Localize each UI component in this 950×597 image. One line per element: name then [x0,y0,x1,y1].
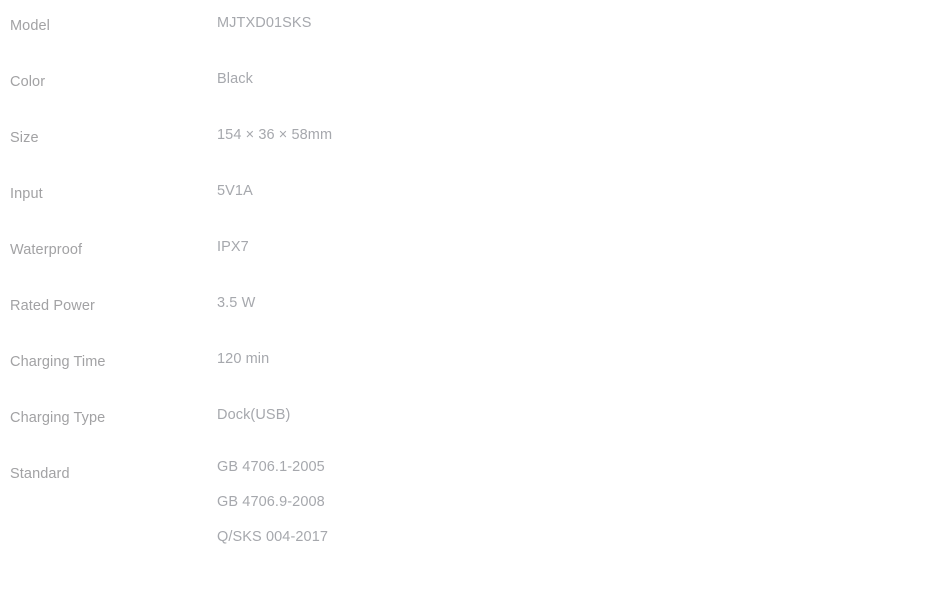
spec-row-waterproof: Waterproof IPX7 [0,224,950,280]
spec-value-standard: GB 4706.1-2005 GB 4706.9-2008 Q/SKS 004-… [217,450,817,555]
spec-row-charging-time: Charging Time 120 min [0,336,950,392]
spec-value-line: Dock(USB) [217,407,291,423]
spec-value-line: Q/SKS 004-2017 [217,529,329,545]
spec-label-standard: Standard [10,466,70,482]
spec-value-model: MJTXD01SKS [217,16,817,31]
spec-value-size: 154 × 36 × 58mm [217,128,817,143]
spec-label-charging-time: Charging Time [10,354,106,370]
spec-value-line: GB 4706.1-2005 [217,459,325,475]
spec-label-model: Model [10,18,50,34]
spec-label-rated-power: Rated Power [10,298,95,314]
spec-value-line: MJTXD01SKS [217,15,312,31]
spec-value-line: 5V1A [217,183,253,199]
spec-value-input: 5V1A [217,184,817,199]
spec-value-rated-power: 3.5 W [217,296,817,311]
spec-value-line: IPX7 [217,239,249,255]
spec-row-size: Size 154 × 36 × 58mm [0,112,950,168]
spec-label-color: Color [10,74,46,90]
spec-value-line: Black [217,71,253,87]
specification-sheet: Model MJTXD01SKS Color Black Size 154 × … [0,0,950,597]
spec-row-model: Model MJTXD01SKS [0,0,950,56]
spec-row-rated-power: Rated Power 3.5 W [0,280,950,336]
spec-row-input: Input 5V1A [0,168,950,224]
spec-value-waterproof: IPX7 [217,240,817,255]
spec-value-charging-time: 120 min [217,352,817,367]
spec-value-line: 120 min [217,351,270,367]
spec-value-color: Black [217,72,817,87]
spec-value-line: 154 × 36 × 58mm [217,127,333,143]
spec-row-color: Color Black [0,56,950,112]
spec-value-charging-type: Dock(USB) [217,408,817,423]
spec-label-input: Input [10,186,43,202]
spec-label-size: Size [10,130,39,146]
spec-row-standard: Standard GB 4706.1-2005 GB 4706.9-2008 Q… [0,448,950,568]
spec-row-charging-type: Charging Type Dock(USB) [0,392,950,448]
spec-label-waterproof: Waterproof [10,242,83,258]
spec-value-line: GB 4706.9-2008 [217,494,325,510]
spec-label-charging-type: Charging Type [10,410,106,426]
spec-value-line: 3.5 W [217,295,256,311]
